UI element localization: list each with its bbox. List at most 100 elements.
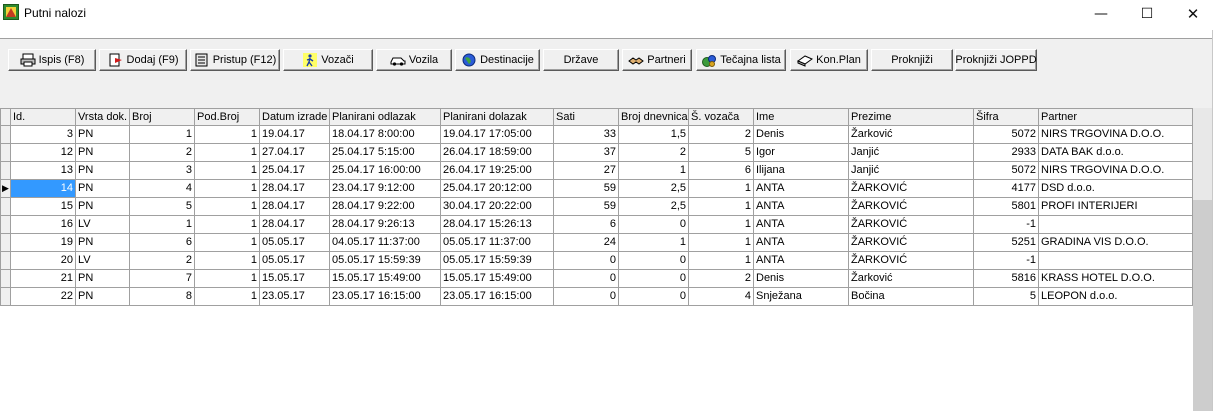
cell-partner[interactable]: DSD d.o.o. [1039, 180, 1193, 198]
cell-s-vozaca[interactable]: 5 [689, 144, 754, 162]
cell-broj[interactable]: 2 [130, 252, 195, 270]
column-header-partner[interactable]: Partner [1039, 108, 1193, 126]
cell-datum-izrade[interactable]: 28.04.17 [260, 180, 330, 198]
cell-prezime[interactable]: Janjić [849, 162, 974, 180]
row-indicator-header[interactable] [0, 108, 11, 126]
destinacije-button[interactable]: Destinacije [455, 49, 540, 71]
row-indicator[interactable] [0, 234, 11, 252]
maximize-button[interactable]: ☐ [1124, 0, 1170, 28]
column-header-prezime[interactable]: Prezime [849, 108, 974, 126]
cell-broj-dnevnica[interactable]: 0 [619, 270, 689, 288]
cell-sifra[interactable]: 5801 [974, 198, 1039, 216]
cell-ime[interactable]: Denis [754, 270, 849, 288]
cell-sifra[interactable]: -1 [974, 252, 1039, 270]
column-header-planirani-dolazak[interactable]: Planirani dolazak [441, 108, 554, 126]
table-row[interactable]: 3 PN 1 1 19.04.17 18.04.17 8:00:00 19.04.17 17… [0, 126, 1193, 144]
cell-planirani-dolazak[interactable]: 15.05.17 15:49:00 [441, 270, 554, 288]
cell-id[interactable]: 19 [11, 234, 76, 252]
table-row[interactable]: 21 PN 7 1 15.05.17 15.05.17 15:49:00 15.05.17 … [0, 270, 1193, 288]
cell-pod-broj[interactable]: 1 [195, 198, 260, 216]
cell-pod-broj[interactable]: 1 [195, 180, 260, 198]
cell-sati[interactable]: 59 [554, 180, 619, 198]
cell-pod-broj[interactable]: 1 [195, 252, 260, 270]
column-header-pod-broj[interactable]: Pod.Broj [195, 108, 260, 126]
cell-ime[interactable]: ANTA [754, 234, 849, 252]
cell-sifra[interactable]: 5 [974, 288, 1039, 306]
cell-id[interactable]: 20 [11, 252, 76, 270]
cell-prezime[interactable]: ŽARKOVIĆ [849, 234, 974, 252]
cell-partner[interactable]: DATA BAK d.o.o. [1039, 144, 1193, 162]
cell-planirani-dolazak[interactable]: 28.04.17 15:26:13 [441, 216, 554, 234]
proknjizi-joppd-button[interactable]: Proknjiži JOPPD [955, 49, 1037, 71]
cell-broj-dnevnica[interactable]: 1 [619, 162, 689, 180]
cell-prezime[interactable]: Žarković [849, 126, 974, 144]
cell-id[interactable]: 15 [11, 198, 76, 216]
close-button[interactable]: ✕ [1170, 0, 1216, 28]
cell-datum-izrade[interactable]: 23.05.17 [260, 288, 330, 306]
cell-planirani-dolazak[interactable]: 19.04.17 17:05:00 [441, 126, 554, 144]
cell-broj-dnevnica[interactable]: 0 [619, 288, 689, 306]
cell-partner[interactable]: KRASS HOTEL D.O.O. [1039, 270, 1193, 288]
cell-vrsta-dok[interactable]: PN [76, 270, 130, 288]
cell-partner[interactable] [1039, 216, 1193, 234]
cell-planirani-dolazak[interactable]: 26.04.17 18:59:00 [441, 144, 554, 162]
cell-ime[interactable]: Snježana [754, 288, 849, 306]
cell-datum-izrade[interactable]: 05.05.17 [260, 234, 330, 252]
cell-planirani-dolazak[interactable]: 26.04.17 19:25:00 [441, 162, 554, 180]
cell-broj-dnevnica[interactable]: 0 [619, 216, 689, 234]
column-header-sati[interactable]: Sati [554, 108, 619, 126]
cell-datum-izrade[interactable]: 28.04.17 [260, 216, 330, 234]
cell-datum-izrade[interactable]: 28.04.17 [260, 198, 330, 216]
cell-vrsta-dok[interactable]: PN [76, 144, 130, 162]
cell-vrsta-dok[interactable]: LV [76, 216, 130, 234]
cell-broj-dnevnica[interactable]: 2 [619, 144, 689, 162]
cell-broj[interactable]: 1 [130, 216, 195, 234]
cell-planirani-odlazak[interactable]: 04.05.17 11:37:00 [330, 234, 441, 252]
kon-plan-button[interactable]: Kon.Plan [790, 49, 868, 71]
cell-id[interactable]: 13 [11, 162, 76, 180]
cell-vrsta-dok[interactable]: PN [76, 180, 130, 198]
cell-planirani-odlazak[interactable]: 23.05.17 16:15:00 [330, 288, 441, 306]
row-indicator[interactable] [0, 126, 11, 144]
proknjizi-button[interactable]: Proknjiži [871, 49, 953, 71]
cell-pod-broj[interactable]: 1 [195, 144, 260, 162]
cell-broj[interactable]: 3 [130, 162, 195, 180]
column-header-vrsta-dok[interactable]: Vrsta dok. [76, 108, 130, 126]
cell-datum-izrade[interactable]: 05.05.17 [260, 252, 330, 270]
pristup-button[interactable]: Pristup (F12) [190, 49, 280, 71]
cell-sati[interactable]: 24 [554, 234, 619, 252]
cell-id[interactable]: 22 [11, 288, 76, 306]
ispis-button[interactable]: Ispis (F8) [8, 49, 96, 71]
column-header-broj[interactable]: Broj [130, 108, 195, 126]
row-indicator[interactable]: ▶ [0, 180, 11, 198]
table-row[interactable]: 19 PN 6 1 05.05.17 04.05.17 11:37:00 05.05.17 … [0, 234, 1193, 252]
cell-planirani-odlazak[interactable]: 25.04.17 16:00:00 [330, 162, 441, 180]
column-header-broj-dnevnica[interactable]: Broj dnevnica [619, 108, 689, 126]
cell-ime[interactable]: ANTA [754, 252, 849, 270]
cell-sifra[interactable]: -1 [974, 216, 1039, 234]
cell-prezime[interactable]: Janjić [849, 144, 974, 162]
cell-prezime[interactable]: Bočina [849, 288, 974, 306]
column-header-ime[interactable]: Ime [754, 108, 849, 126]
cell-pod-broj[interactable]: 1 [195, 216, 260, 234]
cell-planirani-dolazak[interactable]: 05.05.17 15:59:39 [441, 252, 554, 270]
cell-id[interactable]: 16 [11, 216, 76, 234]
cell-s-vozaca[interactable]: 1 [689, 234, 754, 252]
cell-sati[interactable]: 59 [554, 198, 619, 216]
row-indicator[interactable] [0, 162, 11, 180]
cell-pod-broj[interactable]: 1 [195, 270, 260, 288]
column-header-datum-izrade[interactable]: Datum izrade [260, 108, 330, 126]
cell-partner[interactable]: NIRS TRGOVINA D.O.O. [1039, 162, 1193, 180]
cell-sifra[interactable]: 4177 [974, 180, 1039, 198]
cell-sifra[interactable]: 5816 [974, 270, 1039, 288]
cell-pod-broj[interactable]: 1 [195, 234, 260, 252]
cell-prezime[interactable]: ŽARKOVIĆ [849, 216, 974, 234]
cell-prezime[interactable]: ŽARKOVIĆ [849, 252, 974, 270]
cell-s-vozaca[interactable]: 1 [689, 180, 754, 198]
cell-partner[interactable]: GRADINA VIS D.O.O. [1039, 234, 1193, 252]
table-row[interactable]: 15 PN 5 1 28.04.17 28.04.17 9:22:00 30.04.17 2… [0, 198, 1193, 216]
cell-prezime[interactable]: ŽARKOVIĆ [849, 180, 974, 198]
cell-id[interactable]: 14 [11, 180, 76, 198]
vozaci-button[interactable]: Vozači [283, 49, 373, 71]
table-row[interactable]: 20 LV 2 1 05.05.17 05.05.17 15:59:39 05.05.17 … [0, 252, 1193, 270]
